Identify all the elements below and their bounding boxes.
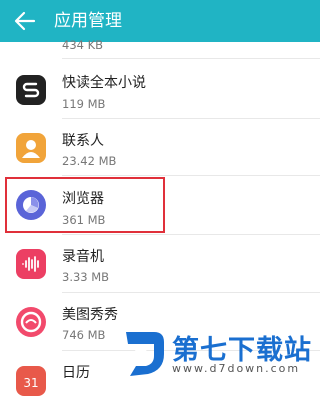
app-size: 746 MB bbox=[62, 328, 106, 342]
page-title: 应用管理 bbox=[54, 11, 122, 31]
app-name: 快读全本小说 bbox=[62, 75, 146, 91]
arrow-left-icon[interactable] bbox=[14, 10, 36, 32]
divider bbox=[62, 292, 320, 293]
divider bbox=[62, 58, 320, 59]
list-item[interactable]: 联系人 23.42 MB bbox=[0, 120, 320, 176]
divider bbox=[62, 175, 320, 176]
meitu-app-icon bbox=[16, 307, 46, 337]
contacts-app-icon bbox=[16, 133, 46, 163]
kuaidu-app-icon bbox=[16, 75, 46, 105]
recorder-app-icon bbox=[16, 249, 46, 279]
app-name: 联系人 bbox=[62, 133, 104, 149]
highlight-box bbox=[5, 177, 165, 233]
app-size: 434 KB bbox=[62, 38, 104, 52]
watermark-logo-icon bbox=[126, 332, 164, 376]
app-size: 119 MB bbox=[62, 97, 106, 111]
list-item[interactable]: 434 KB bbox=[0, 36, 320, 56]
app-name: 美图秀秀 bbox=[62, 307, 118, 323]
app-size: 3.33 MB bbox=[62, 270, 110, 284]
watermark: 第七下载站 www.d7down.com bbox=[120, 322, 316, 382]
list-item[interactable]: 快读全本小说 119 MB bbox=[0, 62, 320, 118]
divider bbox=[62, 118, 320, 119]
app-size: 23.42 MB bbox=[62, 154, 117, 168]
list-item[interactable]: 录音机 3.33 MB bbox=[0, 236, 320, 292]
app-name: 日历 bbox=[62, 365, 90, 381]
app-name: 录音机 bbox=[62, 249, 104, 265]
calendar-app-icon: 31 bbox=[16, 366, 46, 396]
watermark-url: www.d7down.com bbox=[172, 362, 301, 375]
divider bbox=[62, 234, 320, 235]
